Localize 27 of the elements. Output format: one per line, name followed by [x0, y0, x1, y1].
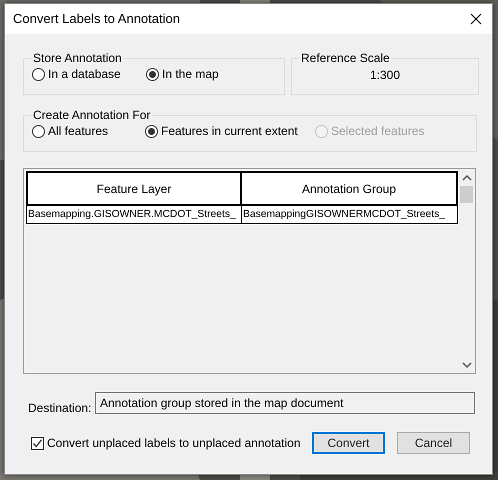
column-header[interactable]: Feature Layer — [26, 171, 242, 206]
check-icon — [32, 438, 43, 448]
column-header[interactable]: Annotation Group — [242, 171, 458, 206]
destination-field: Annotation group stored in the map document — [95, 392, 475, 414]
table-cell: Basemapping.GISOWNER.MCDOT_Streets_ — [26, 206, 242, 224]
group-label: Store Annotation — [32, 51, 123, 65]
radio-label[interactable]: In a database — [48, 65, 121, 83]
radio-button[interactable] — [32, 124, 45, 138]
destination-label: Destination: — [28, 400, 92, 417]
radio-button[interactable] — [145, 124, 158, 138]
radio-label[interactable]: All features — [48, 122, 108, 140]
scroll-down-icon[interactable] — [462, 360, 472, 370]
radio-label[interactable]: In the map — [162, 65, 219, 83]
scroll-up-icon[interactable] — [462, 173, 472, 183]
close-icon[interactable] — [470, 13, 482, 25]
window-title: Convert Labels to Annotation — [13, 10, 180, 28]
radio-button[interactable] — [32, 68, 45, 80]
table-cell: BasemappingGISOWNERMCDOT_Streets_ — [242, 206, 458, 224]
radio-label[interactable]: Features in current extent — [161, 122, 298, 140]
group-label: Create Annotation For — [32, 108, 152, 122]
convert-button[interactable]: Convert — [312, 432, 385, 454]
scroll-thumb[interactable] — [460, 186, 473, 203]
scale-value: 1:300 — [370, 68, 400, 82]
group-label: Reference Scale — [300, 51, 391, 65]
radio-button[interactable] — [146, 68, 159, 80]
cancel-button[interactable]: Cancel — [397, 432, 470, 454]
checkbox[interactable]: Convert unplaced labels to unplaced annotation — [31, 434, 312, 452]
